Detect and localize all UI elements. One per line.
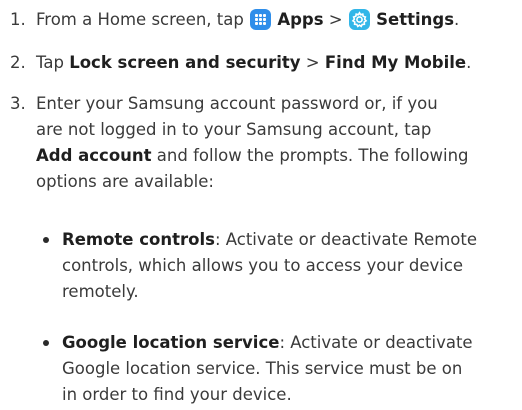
step-text: Enter your Samsung account password or, … — [36, 94, 469, 191]
google-location-term: Google location service — [62, 333, 280, 352]
settings-gear-icon — [348, 9, 370, 30]
remote-controls-term: Remote controls — [62, 230, 215, 249]
list-item: Google location service: Activate or dea… — [43, 330, 517, 408]
step-text: Tap Lock screen and security > Find My M… — [36, 53, 472, 72]
add-account-label: Add account — [36, 146, 152, 165]
settings-label: Settings — [376, 10, 455, 29]
apps-grid-icon — [250, 9, 272, 30]
step-number: 2. — [10, 53, 26, 72]
bullet-icon — [43, 340, 49, 346]
step-text: From a Home screen, tap Apps > Settings. — [36, 9, 460, 30]
step-number: 3. — [10, 94, 26, 113]
lock-screen-label: Lock screen and security — [69, 53, 301, 72]
list-item: Remote controls: Activate or deactivate … — [43, 227, 517, 305]
bullet-icon — [43, 237, 49, 243]
find-my-mobile-label: Find My Mobile — [324, 53, 467, 72]
apps-label: Apps — [277, 10, 324, 29]
step-number: 1. — [10, 10, 26, 29]
